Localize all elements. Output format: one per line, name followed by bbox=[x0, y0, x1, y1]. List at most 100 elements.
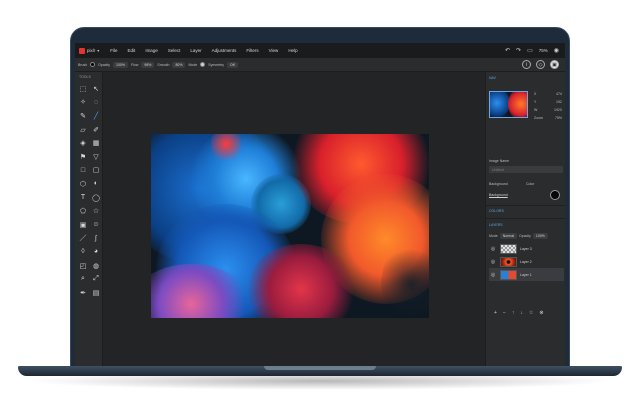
background-link[interactable]: Background bbox=[489, 193, 508, 197]
favorite-icon[interactable]: ☆ bbox=[529, 310, 533, 316]
layer-row[interactable]: ◎ Layer 2 bbox=[489, 255, 564, 268]
background-color-swatch[interactable] bbox=[550, 190, 560, 200]
brush-icon[interactable]: ╱ bbox=[90, 109, 102, 123]
dodge-icon[interactable]: ◐ bbox=[90, 177, 102, 191]
layer-controls: Mode Normal Opacity 100% bbox=[489, 233, 548, 239]
pencil-icon[interactable]: ✐ bbox=[90, 123, 102, 137]
symmetry-label: Symmetry bbox=[208, 62, 224, 67]
rect-icon[interactable]: □ bbox=[77, 164, 89, 178]
symmetry-value[interactable]: Off bbox=[226, 61, 238, 68]
menu-view[interactable]: View bbox=[264, 48, 284, 53]
properties-panel-icon[interactable]: ◇ bbox=[536, 60, 545, 69]
camera-icon[interactable]: ▣ bbox=[77, 218, 89, 232]
delete-layer-icon[interactable]: ⊗ bbox=[539, 310, 543, 316]
visibility-icon[interactable]: ◎ bbox=[489, 272, 497, 278]
burn-icon[interactable]: ◕ bbox=[90, 245, 102, 259]
undo-icon[interactable]: ↶ bbox=[505, 48, 510, 54]
menu-edit[interactable]: Edit bbox=[123, 48, 141, 53]
polygon-icon[interactable]: ⬠ bbox=[77, 204, 89, 218]
layer-thumbnail bbox=[500, 256, 517, 267]
magic-wand-icon[interactable]: ✧ bbox=[77, 96, 89, 110]
star-icon[interactable]: ☆ bbox=[90, 204, 102, 218]
tool-name: Brush bbox=[78, 62, 88, 67]
eraser-icon[interactable]: ▱ bbox=[77, 123, 89, 137]
menu-bar: pixlr ▾ File Edit Image Select Layer Adj… bbox=[75, 43, 565, 58]
visibility-icon[interactable]: ◎ bbox=[489, 259, 497, 265]
remove-layer-icon[interactable]: − bbox=[503, 310, 506, 316]
flow-value[interactable]: 98% bbox=[141, 61, 155, 68]
fullscreen-icon[interactable]: ⤢ bbox=[90, 272, 102, 286]
opacity-value[interactable]: 100% bbox=[113, 61, 128, 68]
app-logo[interactable]: pixlr ▾ bbox=[75, 47, 105, 54]
menu-file[interactable]: File bbox=[105, 48, 122, 53]
layer-mode-label: Mode bbox=[489, 234, 498, 238]
mode-label: Mode bbox=[188, 62, 198, 67]
flow-label: Flow bbox=[130, 62, 139, 67]
text-icon[interactable]: T bbox=[77, 191, 89, 205]
blob-icon[interactable]: ⬡ bbox=[77, 177, 89, 191]
options-bar: Brush Opacity 100% Flow 98% Smooth 80% M… bbox=[75, 58, 565, 72]
zoom-value: 75% bbox=[555, 116, 563, 120]
logo-mark-icon bbox=[79, 47, 85, 54]
tools-title: TOOLS bbox=[79, 75, 91, 79]
move-up-icon[interactable]: ↑ bbox=[512, 310, 515, 316]
image-name-input[interactable]: Untitled bbox=[489, 166, 563, 173]
layer-thumbnail bbox=[500, 243, 517, 254]
zoom-level[interactable]: 75% bbox=[539, 48, 548, 53]
menu-adjustments[interactable]: Adjustments bbox=[207, 48, 242, 53]
menu-layer[interactable]: Layer bbox=[185, 48, 206, 53]
layer-name: Layer 1 bbox=[520, 272, 532, 277]
layers-panel-icon[interactable]: ▣ bbox=[550, 60, 559, 69]
select-arrow-icon[interactable]: ↖ bbox=[90, 82, 102, 96]
layer-mode-select[interactable]: Normal bbox=[499, 233, 518, 239]
crop-icon[interactable]: ◰ bbox=[77, 259, 89, 273]
move-icon[interactable]: ⬚ bbox=[77, 82, 89, 96]
menu-select[interactable]: Select bbox=[163, 48, 186, 53]
smile-icon[interactable]: ☺ bbox=[90, 218, 102, 232]
gradient-icon[interactable]: ▦ bbox=[90, 136, 102, 150]
filter-icon[interactable]: ▽ bbox=[90, 150, 102, 164]
zoom-icon[interactable]: ⌕ bbox=[77, 272, 89, 286]
fill-icon[interactable]: ◈ bbox=[77, 136, 89, 150]
mode-color[interactable] bbox=[200, 62, 206, 67]
eyedrop-outline-icon[interactable]: ◍ bbox=[90, 259, 102, 273]
menu-help[interactable]: Help bbox=[283, 48, 302, 53]
canvas-area[interactable] bbox=[103, 72, 485, 367]
divider bbox=[486, 205, 565, 206]
drop-icon[interactable]: ◊ bbox=[77, 245, 89, 259]
menu-image[interactable]: Image bbox=[140, 48, 163, 53]
lasso-icon[interactable]: ◌ bbox=[90, 96, 102, 110]
navigator-thumbnail[interactable] bbox=[489, 91, 528, 118]
layer-row[interactable]: ◎ Layer 3 bbox=[489, 242, 564, 255]
info-panel-icon[interactable]: i bbox=[522, 60, 531, 69]
laptop-lid: pixlr ▾ File Edit Image Select Layer Adj… bbox=[70, 27, 570, 369]
layer-row-selected[interactable]: ◎ Layer 1 bbox=[489, 268, 564, 281]
shape-icon[interactable]: ◯ bbox=[90, 191, 102, 205]
smoothing-value[interactable]: 80% bbox=[172, 61, 186, 68]
artwork-image[interactable] bbox=[151, 134, 429, 318]
x-label: X bbox=[534, 92, 537, 96]
line-icon[interactable]: ／ bbox=[77, 232, 89, 246]
visibility-icon[interactable]: ◎ bbox=[489, 246, 497, 252]
smoothing-label: Smooth bbox=[157, 62, 170, 67]
add-layer-icon[interactable]: + bbox=[494, 310, 497, 316]
trash-icon[interactable]: ▤ bbox=[90, 286, 102, 300]
move-down-icon[interactable]: ↓ bbox=[520, 310, 523, 316]
layer-opacity-value[interactable]: 100% bbox=[532, 233, 548, 239]
colors-title[interactable]: COLORS bbox=[489, 209, 504, 213]
redo-icon[interactable]: ↷ bbox=[516, 48, 521, 54]
folder-icon[interactable]: ▭ bbox=[527, 48, 533, 54]
stamp-icon[interactable]: ⚑ bbox=[77, 150, 89, 164]
pen-icon[interactable]: ✎ bbox=[77, 109, 89, 123]
eyedropper-icon[interactable]: ✒ bbox=[77, 286, 89, 300]
frame-icon[interactable]: ▢ bbox=[90, 164, 102, 178]
layer-name: Layer 3 bbox=[520, 246, 532, 251]
y-label: Y bbox=[534, 100, 537, 104]
brush-preview[interactable] bbox=[90, 62, 96, 67]
tools-panel: TOOLS ⬚ ↖ ✧ ◌ ✎ ╱ ▱ ✐ ◈ ▦ ⚑ ▽ □ ▢ ⬡ ◐ T ◯ ⬠ ☆ ▣ ☺ ／ ∫ ◊ ◕ ◰ ◍ ⌕ ⤢ ✒ ▤ bbox=[75, 72, 103, 367]
tool-grid: ⬚ ↖ ✧ ◌ ✎ ╱ ▱ ✐ ◈ ▦ ⚑ ▽ □ ▢ ⬡ ◐ T ◯ ⬠ ☆ ▣ ☺ ／ ∫ ◊ ◕ ◰ ◍ ⌕ ⤢ ✒ ▤ bbox=[75, 82, 102, 300]
background-label: Background bbox=[489, 182, 508, 186]
user-icon[interactable]: ◉ bbox=[554, 48, 559, 54]
warp-icon[interactable]: ∫ bbox=[90, 232, 102, 246]
menu-filters[interactable]: Filters bbox=[241, 48, 263, 53]
